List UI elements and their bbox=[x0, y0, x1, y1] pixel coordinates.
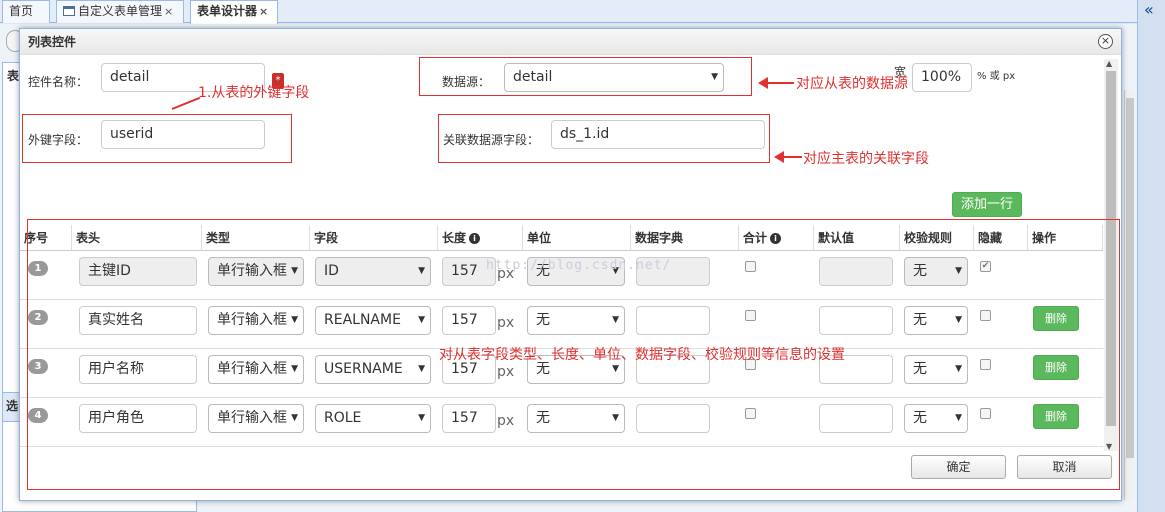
row-hidden-checkbox[interactable] bbox=[980, 310, 991, 321]
header-unit: 单位 bbox=[523, 225, 631, 251]
row-hidden-checkbox[interactable] bbox=[980, 408, 991, 419]
row-rule-select[interactable]: 无 bbox=[904, 355, 968, 384]
table-row: 4 用户角色 单行输入框 ROLE 157 px 无 无 删除 bbox=[20, 398, 1103, 447]
row-length-input[interactable]: 157 bbox=[442, 306, 496, 335]
width-input[interactable]: 100% bbox=[912, 63, 972, 92]
header-dict: 数据字典 bbox=[631, 225, 739, 251]
fk-label: 外键字段： bbox=[28, 133, 89, 147]
row-hidden-checkbox[interactable]: ✔ bbox=[980, 261, 991, 272]
scroll-down-icon[interactable]: ▼ bbox=[1106, 442, 1112, 451]
header-default: 默认值 bbox=[814, 225, 900, 251]
delete-row-button[interactable]: 删除 bbox=[1033, 404, 1079, 429]
row-sum-checkbox[interactable] bbox=[745, 310, 756, 321]
row-length-input[interactable]: 157 bbox=[442, 404, 496, 433]
control-name-label: 控件名称： bbox=[28, 75, 89, 89]
row-number: 4 bbox=[28, 408, 48, 423]
tab-form-designer[interactable]: 表单设计器 × bbox=[190, 0, 278, 24]
left-panel-title-2: 选 bbox=[2, 392, 20, 422]
fk-input[interactable]: userid bbox=[101, 120, 265, 149]
left-panel-title: 表 bbox=[7, 69, 20, 83]
tab-close-icon[interactable]: × bbox=[164, 5, 173, 18]
header-seq: 序号 bbox=[20, 225, 72, 251]
tab-close-icon[interactable]: × bbox=[259, 5, 268, 18]
dialog-scrollbar[interactable]: ▲ ▼ bbox=[1104, 59, 1118, 451]
row-hidden-checkbox[interactable] bbox=[980, 359, 991, 370]
row-rule-select[interactable]: 无 bbox=[904, 306, 968, 335]
dialog-scrollbar-thumb[interactable] bbox=[1106, 71, 1116, 426]
row-sum-checkbox[interactable] bbox=[745, 408, 756, 419]
tab-bar: 首页 自定义表单管理 × 表单设计器 × bbox=[0, 0, 1137, 24]
tab-home[interactable]: 首页 bbox=[2, 0, 50, 23]
row-header-input[interactable]: 用户名称 bbox=[79, 355, 197, 384]
scroll-up-icon[interactable]: ▲ bbox=[1106, 59, 1112, 68]
table-row: 2 真实姓名 单行输入框 REALNAME 157 px 无 无 删除 bbox=[20, 300, 1103, 349]
watermark: http://blog.csdn.net/ bbox=[486, 258, 672, 273]
header-rule: 校验规则 bbox=[900, 225, 974, 251]
annotation-grid: 对从表字段类型、长度、单位、数据字段、校验规则等信息的设置 bbox=[439, 347, 845, 363]
row-number: 3 bbox=[28, 359, 48, 374]
row-header-input[interactable]: 用户角色 bbox=[79, 404, 197, 433]
header-type: 类型 bbox=[202, 225, 310, 251]
row-number: 1 bbox=[28, 261, 48, 276]
row-unit-select[interactable]: 无 bbox=[527, 404, 625, 433]
row-type-select[interactable]: 单行输入框 bbox=[208, 306, 304, 335]
header-sum: 合计 i bbox=[739, 225, 814, 251]
row-default-input[interactable] bbox=[819, 404, 893, 433]
info-icon: i bbox=[469, 233, 481, 244]
table-icon bbox=[63, 6, 75, 16]
width-unit-label: % 或 px bbox=[977, 71, 1016, 82]
row-rule-select[interactable]: 无 bbox=[904, 257, 968, 286]
tab-custom-form-management[interactable]: 自定义表单管理 × bbox=[56, 0, 184, 23]
row-dict-input[interactable] bbox=[636, 306, 710, 335]
rel-field-input[interactable]: ds_1.id bbox=[551, 120, 765, 149]
annotation-arrow bbox=[774, 151, 802, 163]
row-header-input[interactable]: 主键ID bbox=[79, 257, 197, 286]
row-rule-select[interactable]: 无 bbox=[904, 404, 968, 433]
row-dict-input[interactable] bbox=[636, 404, 710, 433]
delete-row-button[interactable]: 删除 bbox=[1033, 355, 1079, 380]
row-number: 2 bbox=[28, 310, 48, 325]
datasource-label: 数据源： bbox=[442, 75, 491, 89]
add-row-button[interactable]: 添加一行 bbox=[952, 192, 1022, 217]
row-sum-checkbox[interactable] bbox=[745, 261, 756, 272]
header-title: 表头 bbox=[72, 225, 202, 251]
header-hidden: 隐藏 bbox=[974, 225, 1028, 251]
row-default-input[interactable] bbox=[819, 306, 893, 335]
px-unit-label: px bbox=[497, 315, 515, 331]
expand-chevron-icon[interactable]: « bbox=[1144, 0, 1154, 19]
row-field-select[interactable]: REALNAME bbox=[315, 306, 431, 335]
header-actions: 操作 bbox=[1028, 225, 1103, 251]
row-type-select[interactable]: 单行输入框 bbox=[208, 404, 304, 433]
page-scrollbar[interactable] bbox=[1124, 90, 1134, 500]
row-default-input[interactable] bbox=[819, 257, 893, 286]
row-type-select[interactable]: 单行输入框 bbox=[208, 355, 304, 384]
row-field-select[interactable]: ID bbox=[315, 257, 431, 286]
cancel-button[interactable]: 取消 bbox=[1017, 455, 1112, 479]
row-type-select[interactable]: 单行输入框 bbox=[208, 257, 304, 286]
row-unit-select[interactable]: 无 bbox=[527, 306, 625, 335]
close-icon[interactable]: × bbox=[1098, 34, 1113, 49]
confirm-button[interactable]: 确定 bbox=[911, 455, 1006, 479]
annotation-rel: 对应主表的关联字段 bbox=[803, 151, 929, 167]
annotation-fk: 1.从表的外键字段 bbox=[198, 85, 310, 101]
px-unit-label: px bbox=[497, 413, 515, 429]
annotation-datasource: 对应从表的数据源 bbox=[796, 76, 908, 92]
info-icon: i bbox=[770, 233, 782, 244]
row-field-select[interactable]: ROLE bbox=[315, 404, 431, 433]
rel-field-label: 关联数据源字段： bbox=[443, 133, 540, 147]
datasource-select[interactable]: detail bbox=[504, 63, 724, 92]
page-scrollbar-thumb[interactable] bbox=[1126, 98, 1134, 458]
delete-row-button[interactable]: 删除 bbox=[1033, 306, 1079, 331]
collapsed-right-panel[interactable]: « bbox=[1137, 0, 1165, 512]
row-header-input[interactable]: 真实姓名 bbox=[79, 306, 197, 335]
dialog-title: 列表控件 bbox=[20, 29, 1121, 55]
annotation-arrow bbox=[758, 77, 794, 89]
header-field: 字段 bbox=[310, 225, 438, 251]
px-unit-label: px bbox=[497, 364, 515, 380]
header-length: 长度 i bbox=[438, 225, 523, 251]
row-field-select[interactable]: USERNAME bbox=[315, 355, 431, 384]
